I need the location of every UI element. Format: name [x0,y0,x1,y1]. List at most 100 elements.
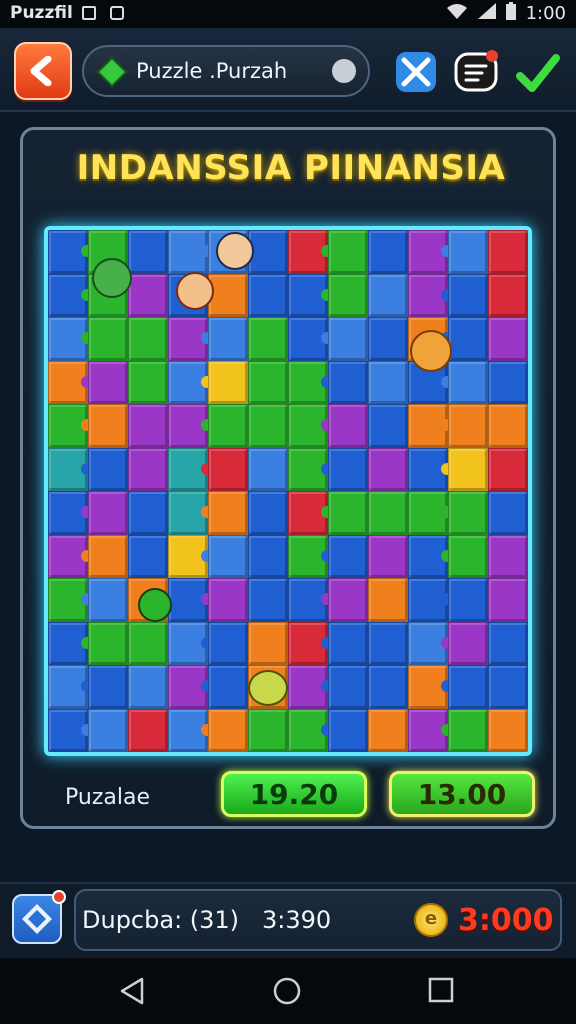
puzzle-piece[interactable] [128,491,168,535]
puzzle-piece[interactable] [208,273,248,317]
puzzle-piece[interactable] [368,534,408,578]
puzzle-piece[interactable] [128,708,168,752]
puzzle-piece[interactable] [408,447,453,491]
puzzle-piece[interactable] [408,273,453,317]
puzzle-piece[interactable] [328,230,368,274]
puzzle-piece[interactable] [248,621,288,665]
puzzle-piece[interactable] [328,360,368,404]
puzzle-piece[interactable] [88,578,128,622]
puzzle-piece[interactable] [48,578,93,622]
nav-home-button[interactable] [272,976,302,1010]
puzzle-piece[interactable] [408,404,453,448]
confirm-button[interactable] [514,48,562,96]
puzzle-piece[interactable] [448,534,488,578]
puzzle-piece[interactable] [128,404,168,448]
puzzle-piece[interactable] [208,447,248,491]
puzzle-piece[interactable] [208,404,248,448]
puzzle-piece[interactable] [248,447,288,491]
puzzle-piece[interactable] [288,491,333,535]
puzzle-piece[interactable] [168,621,213,665]
puzzle-piece[interactable] [328,447,368,491]
puzzle-piece[interactable] [88,665,128,709]
nav-back-button[interactable] [118,976,146,1010]
puzzle-piece[interactable] [328,317,368,361]
puzzle-piece[interactable] [368,578,408,622]
puzzle-piece[interactable] [368,491,408,535]
puzzle-grid[interactable] [48,230,528,752]
puzzle-piece[interactable] [448,360,488,404]
puzzle-piece[interactable] [168,491,213,535]
puzzle-piece[interactable] [448,404,488,448]
nav-recents-button[interactable] [428,976,454,1008]
puzzle-piece[interactable] [328,404,368,448]
puzzle-piece[interactable] [88,621,128,665]
puzzle-piece[interactable] [368,317,408,361]
puzzle-piece[interactable] [248,360,288,404]
puzzle-piece[interactable] [288,230,333,274]
puzzle-piece[interactable] [288,665,333,709]
puzzle-piece[interactable] [48,665,93,709]
puzzle-piece[interactable] [488,360,528,404]
puzzle-piece[interactable] [368,708,408,752]
puzzle-piece[interactable] [328,491,368,535]
puzzle-piece[interactable] [368,621,408,665]
puzzle-piece[interactable] [488,447,528,491]
puzzle-piece[interactable] [48,708,93,752]
puzzle-piece[interactable] [368,360,408,404]
puzzle-piece[interactable] [88,491,128,535]
puzzle-piece[interactable] [288,578,333,622]
puzzle-piece[interactable] [168,665,213,709]
puzzle-piece[interactable] [168,404,213,448]
puzzle-piece[interactable] [208,708,248,752]
puzzle-piece[interactable] [208,578,248,622]
puzzle-piece[interactable] [248,578,288,622]
puzzle-piece[interactable] [488,708,528,752]
puzzle-piece[interactable] [88,404,128,448]
puzzle-piece[interactable] [408,534,453,578]
puzzle-piece[interactable] [488,404,528,448]
puzzle-board[interactable] [44,226,532,756]
puzzle-piece[interactable] [168,578,213,622]
puzzle-piece[interactable] [448,447,488,491]
puzzle-piece[interactable] [248,534,288,578]
puzzle-piece[interactable] [88,317,128,361]
puzzle-piece[interactable] [288,447,333,491]
puzzle-piece[interactable] [408,665,453,709]
puzzle-piece[interactable] [48,230,93,274]
puzzle-piece[interactable] [368,665,408,709]
puzzle-piece[interactable] [168,708,213,752]
score-primary-button[interactable]: 19.20 [221,771,367,817]
puzzle-piece[interactable] [448,273,488,317]
puzzle-piece[interactable] [408,491,453,535]
puzzle-piece[interactable] [88,708,128,752]
puzzle-piece[interactable] [368,404,408,448]
puzzle-piece[interactable] [448,578,488,622]
puzzle-piece[interactable] [488,273,528,317]
puzzle-piece[interactable] [48,360,93,404]
puzzle-piece[interactable] [368,273,408,317]
puzzle-piece[interactable] [328,621,368,665]
puzzle-piece[interactable] [328,665,368,709]
puzzle-piece[interactable] [448,708,488,752]
puzzle-piece[interactable] [328,708,368,752]
puzzle-piece[interactable] [248,404,288,448]
puzzle-piece[interactable] [168,447,213,491]
puzzle-piece[interactable] [48,534,93,578]
puzzle-piece[interactable] [88,534,128,578]
puzzle-piece[interactable] [48,621,93,665]
puzzle-piece[interactable] [48,273,93,317]
refresh-icon[interactable] [332,59,356,83]
puzzle-piece[interactable] [248,230,288,274]
puzzle-piece[interactable] [48,491,93,535]
puzzle-piece[interactable] [368,230,408,274]
puzzle-piece[interactable] [248,491,288,535]
tools-button[interactable] [392,48,440,96]
puzzle-piece[interactable] [208,534,248,578]
puzzle-piece[interactable] [208,491,248,535]
puzzle-piece[interactable] [488,621,528,665]
puzzle-piece[interactable] [448,230,488,274]
puzzle-piece[interactable] [288,360,333,404]
puzzle-piece[interactable] [288,534,333,578]
puzzle-piece[interactable] [128,317,168,361]
puzzle-piece[interactable] [488,491,528,535]
